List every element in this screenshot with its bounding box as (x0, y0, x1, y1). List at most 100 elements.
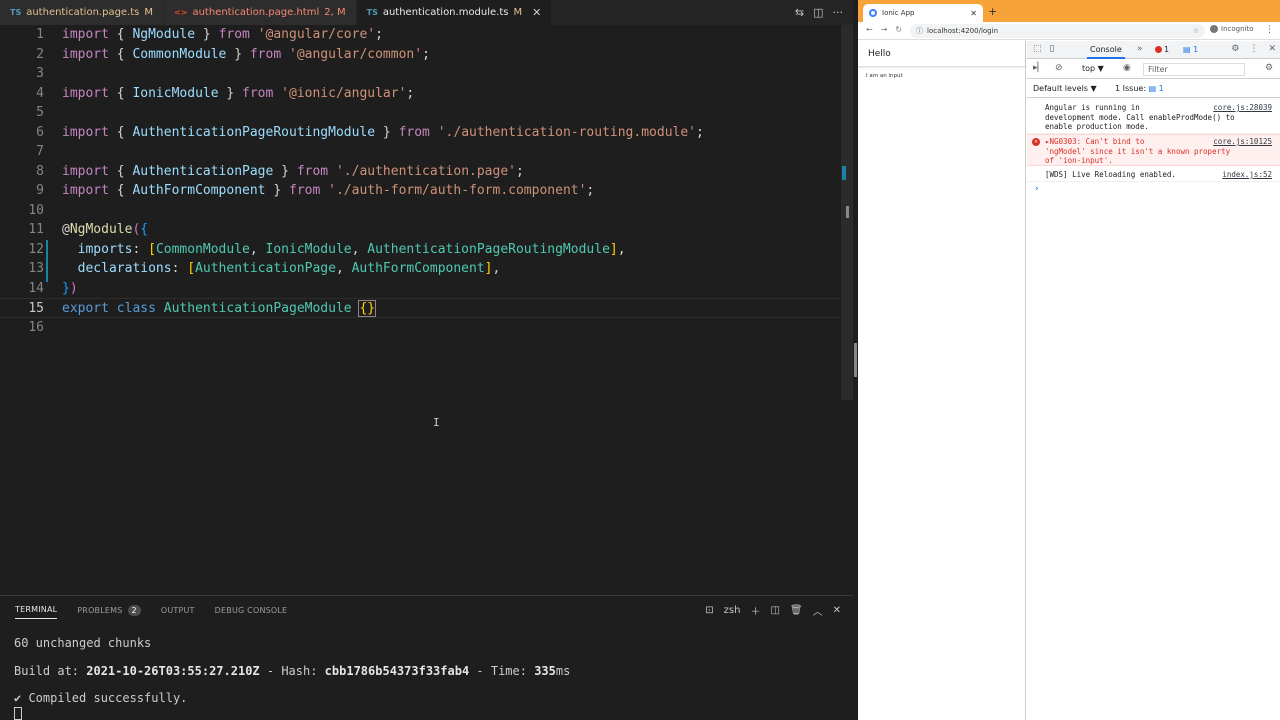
web-page: Hello I am an input (858, 41, 1026, 720)
live-expression-eye-icon[interactable]: ◉ (1123, 63, 1131, 73)
console-toolbar: ▸▏ ⊘ top ▼ ◉ Filter ⚙ (1027, 60, 1280, 79)
terminal-line: ✔ Compiled successfully. (14, 691, 188, 705)
code-line: 8 import { AuthenticationPage } from './a… (0, 162, 840, 182)
browser-tab[interactable]: Ionic App ✕ (863, 4, 983, 22)
inspect-icon[interactable]: ⬚ (1033, 44, 1042, 54)
forward-icon[interactable]: → (881, 25, 888, 34)
close-icon[interactable]: ✕ (532, 6, 541, 19)
overview-ruler-cursor (846, 206, 849, 218)
line-number: 5 (36, 105, 44, 120)
console-settings-gear-icon[interactable]: ⚙ (1265, 63, 1273, 73)
split-editor-icon[interactable]: ◫ (813, 6, 823, 19)
add-terminal-icon[interactable]: ＋ (750, 603, 760, 618)
build-label: Build at: (14, 664, 87, 678)
log-levels-dropdown[interactable]: Default levels ▼ (1033, 84, 1097, 93)
editor-tab-bar: TS authentication.page.ts M <> authentic… (0, 0, 853, 25)
problems-count-badge: 2 (127, 604, 141, 616)
message-source-link[interactable]: core.js:10125 (1213, 137, 1272, 147)
message-text: Angular is running in development mode. … (1045, 103, 1235, 131)
nav-buttons: ← → ↻ (866, 25, 902, 34)
info-icon[interactable]: ⓘ (916, 26, 923, 36)
error-counter[interactable]: 1 (1155, 45, 1169, 54)
tab-authentication-page-html[interactable]: <> authentication.page.html 2, M (164, 0, 357, 25)
message-source-link[interactable]: core.js:28039 (1213, 103, 1272, 113)
tab-debug-console[interactable]: DEBUG CONSOLE (215, 601, 288, 619)
clear-console-icon[interactable]: ⊘ (1055, 63, 1063, 73)
compare-icon[interactable]: ⇆ (795, 6, 804, 19)
url-text: localhost:4200/login (927, 27, 999, 35)
browser-window: Ionic App ✕ + ← → ↻ ⓘ localhost:4200/log… (858, 0, 1280, 720)
code-line: 16 (0, 318, 840, 338)
tab-terminal[interactable]: TERMINAL (15, 601, 58, 619)
console-prompt-icon[interactable]: › (1035, 184, 1039, 194)
tab-output[interactable]: OUTPUT (161, 601, 195, 619)
code-line: 1 import { NgModule } from '@angular/core… (0, 25, 840, 45)
line-number: 12 (28, 241, 44, 257)
new-tab-icon[interactable]: + (988, 5, 997, 18)
browser-menu-icon[interactable]: ⋮ (1265, 25, 1274, 35)
tab-problems[interactable]: PROBLEMS 2 (77, 601, 141, 619)
code-line: 2 import { CommonModule } from '@angular/… (0, 45, 840, 65)
editor-actions: ⇆ ◫ ··· (795, 0, 843, 25)
devtools-main-toolbar: ⬚ ▯ Console » 1 ▤ 1 ⚙ ⋮ ✕ (1027, 41, 1280, 59)
code-editor[interactable]: 1 import { NgModule } from '@angular/core… (0, 25, 853, 595)
bookmark-star-icon[interactable]: ☆ (1193, 27, 1199, 35)
panel-tabs: TERMINAL PROBLEMS 2 OUTPUT DEBUG CONSOLE (15, 601, 287, 619)
terminal-cursor (14, 707, 22, 720)
devtools-left-icons: ⬚ ▯ (1033, 44, 1054, 54)
url-input[interactable]: ⓘ localhost:4200/login ☆ (910, 24, 1205, 38)
reload-icon[interactable]: ↻ (895, 25, 902, 34)
issues-button[interactable]: 1 Issue: ▤ 1 (1115, 84, 1164, 93)
line-number: 10 (28, 202, 44, 218)
issues-label: 1 Issue: (1115, 84, 1147, 93)
message-text[interactable]: ▸NG0303: Can't bind to 'ngModel' since i… (1045, 137, 1230, 166)
more-tabs-icon[interactable]: » (1137, 44, 1143, 54)
error-icon: ✕ (1032, 138, 1040, 146)
console-filter-input[interactable]: Filter (1143, 63, 1245, 76)
ion-input[interactable]: I am an input (858, 67, 1025, 79)
device-toggle-icon[interactable]: ▯ (1050, 44, 1055, 54)
terminal-icon[interactable]: ⊡ (705, 605, 713, 616)
incognito-indicator[interactable]: Incognito (1210, 25, 1253, 33)
code-line: 10 (0, 201, 840, 221)
tab-status: M (513, 7, 523, 18)
code-line: 3 (0, 64, 840, 84)
code-line: 14}) (0, 279, 840, 299)
code-line: 6 import { AuthenticationPageRoutingModul… (0, 123, 840, 143)
line-number: 16 (28, 319, 44, 335)
settings-gear-icon[interactable]: ⚙ (1231, 44, 1239, 54)
divider-grip[interactable] (854, 343, 857, 377)
incognito-icon (1210, 25, 1218, 33)
sidebar-toggle-icon[interactable]: ▸▏ (1033, 63, 1044, 73)
line-number: 1 (36, 27, 44, 42)
code-line: 5 (0, 103, 840, 123)
tab-authentication-module-ts[interactable]: TS authentication.module.ts M ✕ (356, 0, 553, 25)
console-message: [WDS] Live Reloading enabled. index.js:5… (1027, 168, 1280, 182)
incognito-label: Incognito (1221, 25, 1254, 33)
split-terminal-icon[interactable]: ◫ (770, 605, 779, 616)
trash-icon[interactable]: 🗑 (790, 605, 803, 616)
message-count: 1 (1193, 45, 1199, 54)
console-error-message: ✕ ▸NG0303: Can't bind to 'ngModel' since… (1027, 134, 1280, 166)
typescript-icon: TS (366, 8, 378, 17)
close-devtools-icon[interactable]: ✕ (1268, 44, 1276, 54)
maximize-panel-icon[interactable]: ︿ (813, 603, 823, 618)
current-code-line: 15 export class AuthenticationPageModule … (0, 298, 840, 318)
close-tab-icon[interactable]: ✕ (970, 9, 977, 18)
tab-console[interactable]: Console (1087, 41, 1125, 59)
typescript-icon: TS (10, 8, 22, 17)
shell-name[interactable]: zsh (724, 605, 741, 616)
tab-status: M (144, 7, 154, 18)
tab-authentication-page-ts[interactable]: TS authentication.page.ts M (0, 0, 165, 25)
more-actions-icon[interactable]: ··· (833, 6, 844, 19)
close-panel-icon[interactable]: ✕ (833, 605, 841, 616)
context-selector[interactable]: top ▼ (1082, 64, 1104, 73)
line-number: 11 (28, 222, 44, 237)
devtools-menu-icon[interactable]: ⋮ (1249, 44, 1258, 54)
message-source-link[interactable]: index.js:52 (1222, 170, 1272, 180)
bottom-panel: TERMINAL PROBLEMS 2 OUTPUT DEBUG CONSOLE … (0, 595, 853, 720)
console-message: Angular is running in development mode. … (1027, 101, 1280, 134)
code-line: 4 import { IonicModule } from '@ionic/ang… (0, 84, 840, 104)
back-icon[interactable]: ← (866, 25, 873, 34)
message-counter[interactable]: ▤ 1 (1183, 45, 1198, 54)
